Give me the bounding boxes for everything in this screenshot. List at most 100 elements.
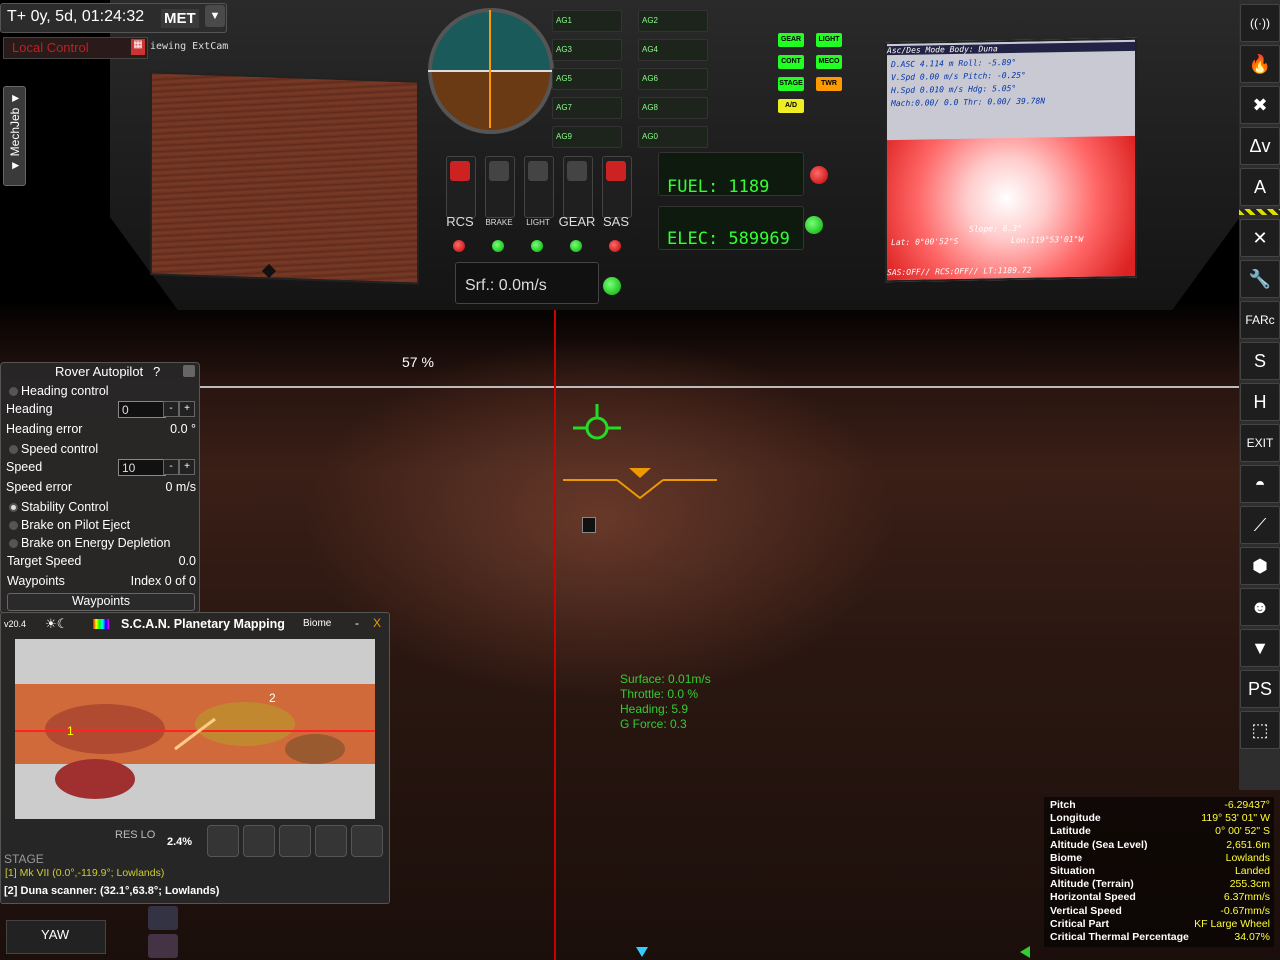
globe-button-icon[interactable] (207, 825, 239, 857)
met-clock[interactable]: T+ 0y, 5d, 01:24:32 MET ▼ (0, 3, 227, 33)
map-view-icon[interactable] (148, 906, 178, 930)
heading-input[interactable] (118, 401, 166, 418)
route-icon[interactable]: S (1240, 342, 1280, 380)
tools-icon[interactable]: ✖ (1240, 86, 1280, 124)
mechjeb-tab[interactable]: ▼ MechJeb ▼ (3, 86, 26, 186)
scan-mode-select[interactable]: Biome (303, 618, 331, 629)
mfd-line-1: D.ASC 4.114 m Roll: -5.89° (891, 57, 1017, 70)
info-row-critical-part: Critical Part KF Large Wheel (1050, 918, 1270, 931)
status-button-a-d[interactable]: A/D (778, 99, 804, 113)
flight-stat-line: Heading: 5.9 (620, 702, 689, 716)
map-marker-2[interactable]: 2 (269, 691, 276, 705)
action-group-8[interactable]: AG8 (638, 97, 708, 119)
speed-minus-button[interactable]: - (163, 459, 179, 475)
stability-control-checkbox[interactable] (9, 503, 18, 512)
speed-control-toggle[interactable]: Speed control (6, 441, 196, 459)
wrench-cross-icon[interactable]: ✕ (1240, 219, 1280, 257)
speed-plus-button[interactable]: + (179, 459, 195, 475)
scan-mapping-window[interactable]: v20.4 ☀☾ S.C.A.N. Planetary Mapping Biom… (0, 612, 390, 904)
heading-plus-button[interactable]: + (179, 401, 195, 417)
antenna-icon[interactable]: ((·)) (1240, 4, 1280, 42)
instruments-button-icon[interactable] (315, 825, 347, 857)
calculator-icon[interactable]: ▦ (131, 39, 145, 55)
fuel-icon[interactable]: 🔥 (1240, 45, 1280, 83)
status-button-twr[interactable]: TWR (816, 77, 842, 91)
rover-help-button[interactable]: ? (153, 364, 160, 379)
action-group-3[interactable]: AG3 (552, 39, 622, 61)
planet-button-icon[interactable] (279, 825, 311, 857)
met-label[interactable]: MET (161, 9, 199, 28)
action-group-7[interactable]: AG7 (552, 97, 622, 119)
status-button-stage[interactable]: STAGE (778, 77, 804, 91)
info-key: Latitude (1050, 825, 1091, 838)
waypoints-label: Waypoints (7, 574, 65, 588)
mfd-screen: Asc/Des Mode Body: Duna D.ASC 4.114 m Ro… (885, 37, 1137, 283)
info-row-altitude-sea-level-: Altitude (Sea Level) 2,651.6m (1050, 839, 1270, 852)
local-control-button[interactable]: Local Control (3, 37, 148, 59)
switch-light[interactable] (524, 156, 554, 218)
action-group-5[interactable]: AG5 (552, 68, 622, 90)
switch-brake[interactable] (485, 156, 515, 218)
brake-energy-toggle[interactable]: Brake on Energy Depletion (6, 535, 196, 553)
mouse-cursor-icon (582, 517, 596, 533)
speed-control-checkbox[interactable] (9, 445, 18, 454)
brake-energy-checkbox[interactable] (9, 539, 18, 548)
robot-arm-icon[interactable]: ⟋ (1240, 506, 1280, 544)
heading-control-checkbox[interactable] (9, 387, 18, 396)
camera-view-icon[interactable] (148, 934, 178, 958)
mechjeb-icon[interactable]: ◓ (1240, 465, 1280, 503)
scan-minimize-button[interactable]: - (355, 616, 359, 630)
status-button-light[interactable]: LIGHT (816, 33, 842, 47)
action-group-9[interactable]: AG9 (552, 126, 622, 148)
kerbal-icon[interactable]: ☻ (1240, 588, 1280, 626)
action-group-2[interactable]: AG2 (638, 10, 708, 32)
stability-control-toggle[interactable]: Stability Control (6, 499, 196, 517)
cargo-icon[interactable]: ⬚ (1240, 711, 1280, 749)
brake-eject-checkbox[interactable] (9, 521, 18, 530)
info-value: 0° 00' 52" S (1215, 825, 1270, 838)
action-group-10[interactable]: AG0 (638, 126, 708, 148)
info-row-altitude-terrain-: Altitude (Terrain) 255.3cm (1050, 878, 1270, 891)
action-group-4[interactable]: AG4 (638, 39, 708, 61)
switch-rcs[interactable] (446, 156, 476, 218)
hangar-icon[interactable]: H (1240, 383, 1280, 421)
farc-icon[interactable]: FARc (1240, 301, 1280, 339)
action-group-1[interactable]: AG1 (552, 10, 622, 32)
switch-gear[interactable] (563, 156, 593, 218)
scan-close-button[interactable]: X (373, 616, 381, 630)
color-palette-icon[interactable] (93, 619, 109, 629)
rover-close-button[interactable] (183, 365, 195, 377)
scan-version: v20.4 (4, 619, 27, 629)
switch-label: RCS (446, 214, 474, 229)
day-night-icon[interactable]: ☀☾ (45, 616, 68, 632)
info-row-horizontal-speed: Horizontal Speed 6.37mm/s (1050, 891, 1270, 904)
app-toolbar: ((·)) 🔥 ✖ Δv A ✕ 🔧 FARc S H EXIT ◓ ⟋ ⬢ ☻ ▼ PS ⬚ (1239, 0, 1280, 790)
green-cube-icon[interactable]: ⬢ (1240, 547, 1280, 585)
status-button-cont[interactable]: CONT (778, 55, 804, 69)
heading-error-label: Heading error (6, 422, 83, 436)
speed-input[interactable] (118, 459, 166, 476)
zoom-map-button-icon[interactable] (243, 825, 275, 857)
settings-gear-icon[interactable] (351, 825, 383, 857)
waypoints-button[interactable]: Waypoints (7, 593, 195, 611)
met-dropdown-icon[interactable]: ▼ (205, 5, 225, 27)
status-button-gear[interactable]: GEAR (778, 33, 804, 47)
switch-indicator-light (609, 240, 621, 252)
switch-sas[interactable] (602, 156, 632, 218)
wolf-icon[interactable]: ▼ (1240, 629, 1280, 667)
speed-error-row: Speed error 0 m/s (6, 479, 196, 497)
heading-control-toggle[interactable]: Heading control (6, 383, 196, 401)
delta-v-icon[interactable]: Δv (1240, 127, 1280, 165)
action-group-6[interactable]: AG6 (638, 68, 708, 90)
ps-icon[interactable]: PS (1240, 670, 1280, 708)
heading-minus-button[interactable]: - (163, 401, 179, 417)
speed-control-label: Speed control (21, 442, 99, 456)
switch-indicator-light (570, 240, 582, 252)
brake-eject-toggle[interactable]: Brake on Pilot Eject (6, 517, 196, 535)
exit-icon[interactable]: EXIT (1240, 424, 1280, 462)
map-marker-1[interactable]: 1 (67, 724, 74, 738)
kerbal-alarm-icon[interactable]: A (1240, 168, 1280, 206)
status-button-meco[interactable]: MECO (816, 55, 842, 69)
rover-autopilot-window[interactable]: Rover Autopilot ? Heading control Headin… (0, 362, 200, 614)
wrench-icon[interactable]: 🔧 (1240, 260, 1280, 298)
